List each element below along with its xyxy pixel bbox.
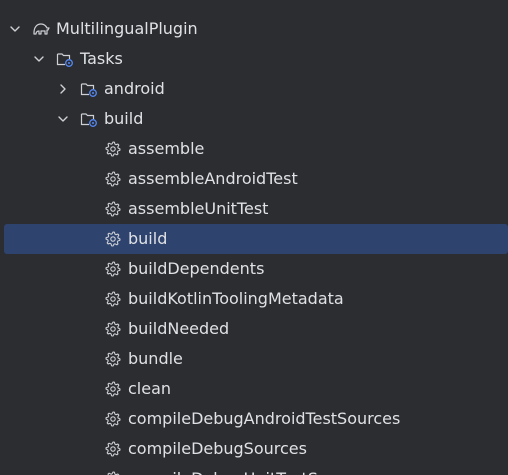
task-folder-icon — [80, 80, 98, 98]
chevron-down-icon[interactable] — [32, 52, 46, 66]
tree-node-label: android — [104, 79, 165, 98]
task-label: build — [128, 229, 168, 248]
task-item-compiledebugsources[interactable]: compileDebugSources — [0, 434, 508, 464]
task-label: buildDependents — [128, 259, 265, 278]
tree-node-root[interactable]: MultilingualPlugin — [0, 14, 508, 44]
gear-icon — [104, 140, 122, 158]
elephant-icon — [32, 20, 50, 38]
task-label: compileDebugSources — [128, 439, 307, 458]
task-label: bundle — [128, 349, 183, 368]
task-item-bundle[interactable]: bundle — [0, 344, 508, 374]
task-folder-icon — [80, 110, 98, 128]
chevron-down-icon[interactable] — [8, 22, 22, 36]
task-folder-icon — [56, 50, 74, 68]
tree-node-label: Tasks — [80, 49, 123, 68]
task-item-build[interactable]: build — [4, 224, 508, 254]
chevron-down-icon[interactable] — [56, 112, 70, 126]
tree-node-label: MultilingualPlugin — [56, 19, 198, 38]
gear-icon — [104, 380, 122, 398]
gear-icon — [104, 170, 122, 188]
task-item-assemble[interactable]: assemble — [0, 134, 508, 164]
gear-icon — [104, 320, 122, 338]
task-item-buildkotlintoolingmetadata[interactable]: buildKotlinToolingMetadata — [0, 284, 508, 314]
tree-node-android[interactable]: android — [0, 74, 508, 104]
task-item-compiledebugandroidtestsources[interactable]: compileDebugAndroidTestSources — [0, 404, 508, 434]
gear-icon — [104, 470, 122, 475]
task-item-compiledebugunittestsources[interactable]: compileDebugUnitTestSources — [0, 464, 508, 475]
chevron-right-icon[interactable] — [56, 82, 70, 96]
task-item-builddependents[interactable]: buildDependents — [0, 254, 508, 284]
gear-icon — [104, 350, 122, 368]
tree-node-tasks[interactable]: Tasks — [0, 44, 508, 74]
tree-node-build-group[interactable]: build — [0, 104, 508, 134]
gear-icon — [104, 260, 122, 278]
task-label: clean — [128, 379, 172, 398]
task-label: compileDebugAndroidTestSources — [128, 409, 401, 428]
task-item-assembleandroidtest[interactable]: assembleAndroidTest — [0, 164, 508, 194]
task-label: buildNeeded — [128, 319, 230, 338]
tree-node-label: build — [104, 109, 144, 128]
task-label: assembleUnitTest — [128, 199, 269, 218]
task-label: compileDebugUnitTestSources — [128, 464, 371, 475]
task-label: buildKotlinToolingMetadata — [128, 289, 344, 308]
task-item-clean[interactable]: clean — [0, 374, 508, 404]
task-label: assemble — [128, 139, 205, 158]
gear-icon — [104, 440, 122, 458]
task-item-assembleunittest[interactable]: assembleUnitTest — [0, 194, 508, 224]
gear-icon — [104, 200, 122, 218]
gear-icon — [104, 410, 122, 428]
gradle-task-tree: MultilingualPlugin Tasks android build a… — [0, 0, 508, 475]
gear-icon — [104, 230, 122, 248]
gear-icon — [104, 290, 122, 308]
task-label: assembleAndroidTest — [128, 169, 298, 188]
task-item-buildneeded[interactable]: buildNeeded — [0, 314, 508, 344]
